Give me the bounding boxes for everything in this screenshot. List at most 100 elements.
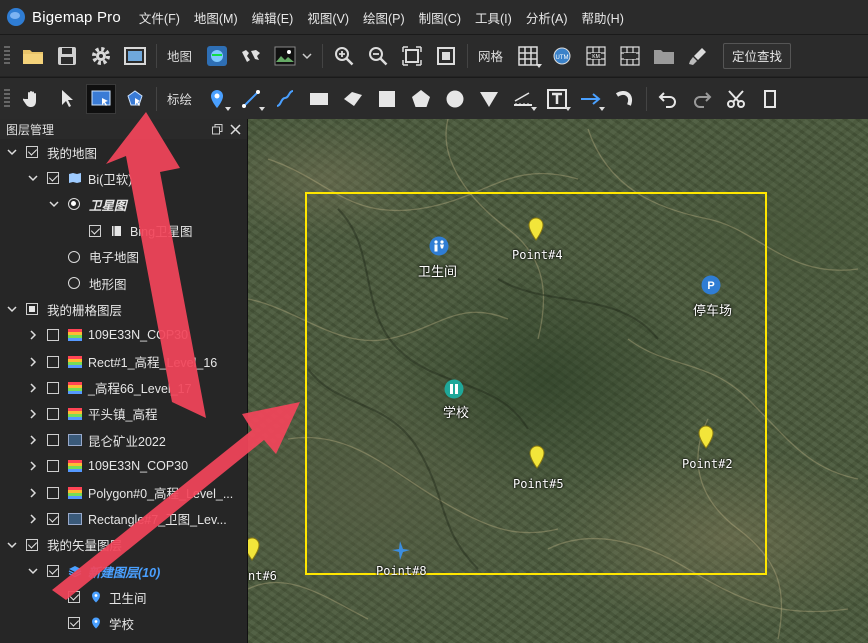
zoom-extent-button[interactable] bbox=[397, 41, 427, 71]
chevron-down-icon[interactable] bbox=[6, 146, 18, 158]
chevron-right-icon[interactable] bbox=[27, 408, 39, 420]
layer-tree-item[interactable]: 109E33N_COP30 bbox=[0, 453, 247, 479]
layer-tree-item[interactable]: Polygon#0_高程_Level_... bbox=[0, 479, 247, 505]
chevron-right-icon[interactable] bbox=[27, 513, 39, 525]
night-map-button[interactable] bbox=[270, 41, 300, 71]
layer-checkbox[interactable] bbox=[68, 617, 80, 630]
layer-checkbox[interactable] bbox=[47, 565, 59, 578]
airplane-icon[interactable] bbox=[390, 540, 412, 560]
layer-checkbox[interactable] bbox=[26, 538, 38, 551]
parking-icon[interactable]: P bbox=[701, 275, 721, 295]
save-button[interactable] bbox=[52, 41, 82, 71]
map-canvas[interactable]: Point#4 Point#2 Point#5 Point#8 nt#6 卫生间… bbox=[248, 119, 868, 643]
draw-curved-arrow-button[interactable] bbox=[610, 84, 640, 114]
layer-checkbox[interactable] bbox=[47, 329, 59, 342]
menu-edit[interactable]: 编辑(E) bbox=[252, 8, 294, 27]
chevron-down-icon[interactable] bbox=[27, 172, 39, 184]
layer-tree-item[interactable]: 地形图 bbox=[0, 270, 247, 296]
layer-checkbox[interactable] bbox=[26, 146, 38, 159]
full-extent-button[interactable] bbox=[431, 41, 461, 71]
draw-arrow-button[interactable] bbox=[576, 84, 606, 114]
measure-button[interactable] bbox=[508, 84, 538, 114]
layer-tree-item[interactable]: 电子地图 bbox=[0, 244, 247, 270]
utm-grid-button[interactable]: UTM bbox=[547, 41, 577, 71]
menu-tools[interactable]: 工具(I) bbox=[475, 8, 512, 27]
chevron-right-icon[interactable] bbox=[27, 329, 39, 341]
region-select-button[interactable] bbox=[86, 83, 116, 114]
polygon-select-button[interactable] bbox=[120, 84, 150, 114]
menu-cartography[interactable]: 制图(C) bbox=[419, 8, 461, 27]
layer-checkbox[interactable] bbox=[47, 486, 59, 499]
layer-tree-item[interactable]: 我的地图 bbox=[0, 139, 247, 165]
draw-arrow-shape-button[interactable] bbox=[338, 84, 368, 114]
menu-draw[interactable]: 绘图(P) bbox=[363, 8, 405, 27]
yellow-pin-icon[interactable] bbox=[529, 445, 545, 469]
settings-button[interactable] bbox=[86, 41, 116, 71]
chevron-down-icon[interactable] bbox=[48, 198, 60, 210]
chevron-right-icon[interactable] bbox=[27, 382, 39, 394]
undo-button[interactable] bbox=[653, 84, 683, 114]
sheet-grid-button[interactable] bbox=[615, 41, 645, 71]
zoom-in-button[interactable] bbox=[329, 41, 359, 71]
folder-button[interactable] bbox=[649, 41, 679, 71]
chevron-right-icon[interactable] bbox=[27, 356, 39, 368]
copy-button[interactable] bbox=[755, 84, 785, 114]
layer-checkbox[interactable] bbox=[26, 303, 38, 316]
open-folder-button[interactable] bbox=[18, 41, 48, 71]
layer-tree-item[interactable]: 109E33N_COP30 bbox=[0, 322, 247, 348]
layer-checkbox[interactable] bbox=[47, 381, 59, 394]
layer-radio[interactable] bbox=[68, 198, 80, 211]
zoom-out-button[interactable] bbox=[363, 41, 393, 71]
layer-tree-item[interactable]: Bing卫星图 bbox=[0, 218, 247, 244]
toolbar-grip[interactable] bbox=[4, 88, 10, 109]
cut-button[interactable] bbox=[721, 84, 751, 114]
redo-button[interactable] bbox=[687, 84, 717, 114]
toolbar-grip[interactable] bbox=[4, 45, 10, 66]
yellow-pin-icon[interactable] bbox=[528, 217, 544, 241]
chevron-down-icon[interactable] bbox=[27, 565, 39, 577]
layer-tree-item[interactable]: 我的栅格图层 bbox=[0, 296, 247, 322]
clear-button[interactable] bbox=[683, 41, 713, 71]
chevron-right-icon[interactable] bbox=[27, 434, 39, 446]
menu-view[interactable]: 视图(V) bbox=[307, 8, 349, 27]
layer-checkbox[interactable] bbox=[47, 512, 59, 525]
chevron-down-icon[interactable] bbox=[6, 303, 18, 315]
layer-checkbox[interactable] bbox=[47, 407, 59, 420]
draw-curve-button[interactable] bbox=[270, 84, 300, 114]
menu-map[interactable]: 地图(M) bbox=[194, 8, 238, 27]
menu-analysis[interactable]: 分析(A) bbox=[526, 8, 568, 27]
layer-radio[interactable] bbox=[68, 277, 80, 290]
layer-tree-item[interactable]: 我的矢量图层 bbox=[0, 532, 247, 558]
chevron-right-icon[interactable] bbox=[27, 460, 39, 472]
chevron-down-icon[interactable] bbox=[6, 539, 18, 551]
yellow-pin-icon[interactable] bbox=[698, 425, 714, 449]
chevron-right-icon[interactable] bbox=[27, 487, 39, 499]
layer-tree-item[interactable]: 学校 bbox=[0, 610, 247, 636]
image-view-button[interactable] bbox=[120, 41, 150, 71]
layer-tree-item[interactable]: 卫星图 bbox=[0, 191, 247, 217]
grid-button[interactable] bbox=[513, 41, 543, 71]
layer-tree-item[interactable]: 新建图层(10) bbox=[0, 558, 247, 584]
text-button[interactable] bbox=[542, 84, 572, 114]
draw-line-button[interactable] bbox=[236, 84, 266, 114]
layer-tree-item[interactable]: Rectangle#7_卫图_Lev... bbox=[0, 506, 247, 532]
layer-tree-item[interactable]: Bi(卫软) bbox=[0, 165, 247, 191]
pan-button[interactable] bbox=[18, 84, 48, 114]
layer-radio[interactable] bbox=[68, 250, 80, 263]
layer-checkbox[interactable] bbox=[68, 591, 80, 604]
draw-polygon-button[interactable] bbox=[406, 84, 436, 114]
draw-rectangle-button[interactable] bbox=[304, 84, 334, 114]
layer-checkbox[interactable] bbox=[47, 172, 59, 185]
menu-file[interactable]: 文件(F) bbox=[139, 8, 180, 27]
layer-tree-item[interactable]: 昆仑矿业2022 bbox=[0, 427, 247, 453]
layer-tree-item[interactable]: 平头镇_高程 bbox=[0, 401, 247, 427]
km-grid-button[interactable]: KM bbox=[581, 41, 611, 71]
draw-point-button[interactable] bbox=[202, 84, 232, 114]
layer-tree-item[interactable]: _高程66_Level_17 bbox=[0, 375, 247, 401]
draw-square-button[interactable] bbox=[372, 84, 402, 114]
layer-checkbox[interactable] bbox=[47, 355, 59, 368]
school-icon[interactable] bbox=[444, 379, 464, 399]
close-icon[interactable] bbox=[230, 123, 241, 135]
satellite-map-button[interactable] bbox=[202, 41, 232, 71]
select-button[interactable] bbox=[52, 84, 82, 114]
